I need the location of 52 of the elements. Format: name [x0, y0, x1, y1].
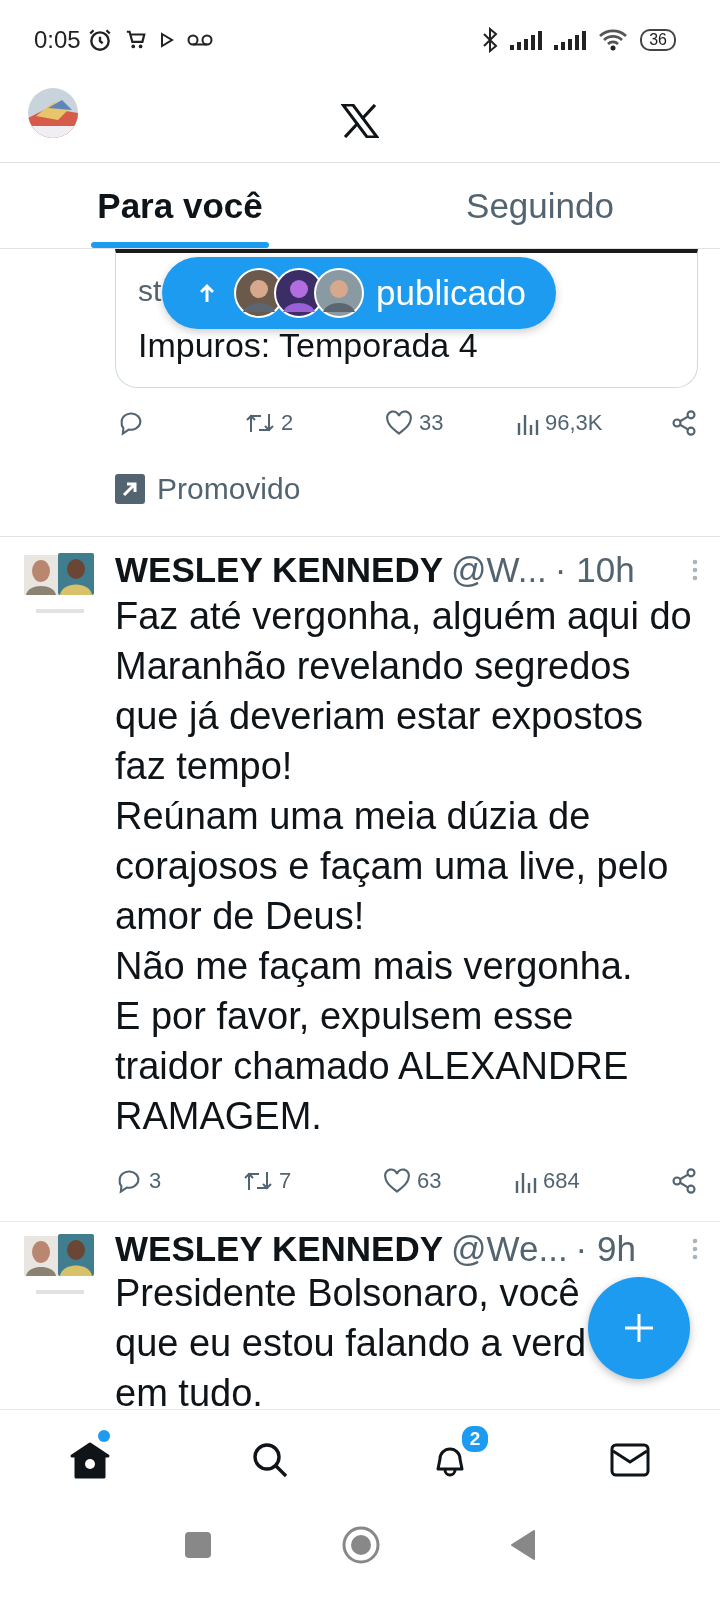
- post-text-line: traidor chamado ALEXANDRE: [115, 1044, 629, 1089]
- post-text-line: amor de Deus!: [115, 894, 365, 939]
- like-count: 63: [417, 1168, 442, 1194]
- views-count: 684: [543, 1168, 580, 1194]
- notification-badge: 2: [460, 1424, 490, 1454]
- plus-icon: [623, 1312, 655, 1344]
- recents-button[interactable]: [184, 1531, 212, 1559]
- promoted-label: Promovido: [157, 472, 301, 506]
- repost-count: 2: [281, 410, 294, 436]
- like-count: 33: [419, 410, 444, 436]
- play-icon: [158, 32, 175, 48]
- post-text-line: Maranhão revelando segredos: [115, 644, 631, 689]
- post-text-line: que já deveriam estar expostos: [115, 694, 644, 739]
- author-name[interactable]: WESLEY KENNEDY: [115, 550, 444, 590]
- post-text-line: em tudo.: [115, 1371, 263, 1409]
- cart-icon: [124, 29, 147, 51]
- card-text: st: [138, 273, 162, 309]
- author-handle: @W...: [451, 550, 547, 590]
- home-button[interactable]: [342, 1526, 380, 1564]
- x-logo-icon: [341, 104, 379, 138]
- clock-time: 0:05: [34, 26, 81, 54]
- repost-count: 7: [279, 1168, 292, 1194]
- post-time: · 9h: [575, 1229, 636, 1269]
- bluetooth-icon: [482, 27, 499, 53]
- post-text-line: Presidente Bolsonaro, você: [115, 1271, 580, 1316]
- back-button[interactable]: [510, 1530, 536, 1560]
- post-text-line: Não me façam mais vergonha.: [115, 944, 633, 989]
- post-text-line: faz tempo!: [115, 744, 293, 789]
- author-handle: @We...: [451, 1229, 568, 1269]
- post-text-line: Faz até vergonha, alguém aqui do: [115, 594, 692, 639]
- post-text-line: E por favor, expulsem esse: [115, 994, 574, 1039]
- heart-icon[interactable]: [383, 1168, 411, 1194]
- feed-tab[interactable]: Para você: [0, 163, 360, 248]
- post-text-line: que eu estou falando a verd: [115, 1321, 587, 1366]
- post-text-line: Reúnam uma meia dúzia de: [115, 794, 591, 839]
- share-icon[interactable]: [670, 409, 698, 437]
- post-text-line: RAMAGEM.: [115, 1094, 322, 1139]
- compose-button[interactable]: [588, 1277, 690, 1379]
- reply-count: 3: [149, 1168, 162, 1194]
- signal-icon: [554, 30, 587, 50]
- voicemail-icon: [186, 33, 213, 47]
- post-text-line: corajosos e façam uma live, pelo: [115, 844, 669, 889]
- share-icon[interactable]: [670, 1167, 698, 1195]
- heart-icon[interactable]: [385, 410, 413, 436]
- feed-tab[interactable]: Seguindo: [360, 163, 720, 248]
- author-name[interactable]: WESLEY KENNEDY: [115, 1229, 444, 1269]
- signal-icon: [510, 30, 543, 50]
- post-time: · 10h: [554, 550, 635, 590]
- wifi-icon: [598, 28, 629, 52]
- arrow-up-icon: [200, 283, 214, 303]
- battery-indicator: 36: [640, 29, 676, 51]
- views-count: 96,3K: [545, 410, 603, 436]
